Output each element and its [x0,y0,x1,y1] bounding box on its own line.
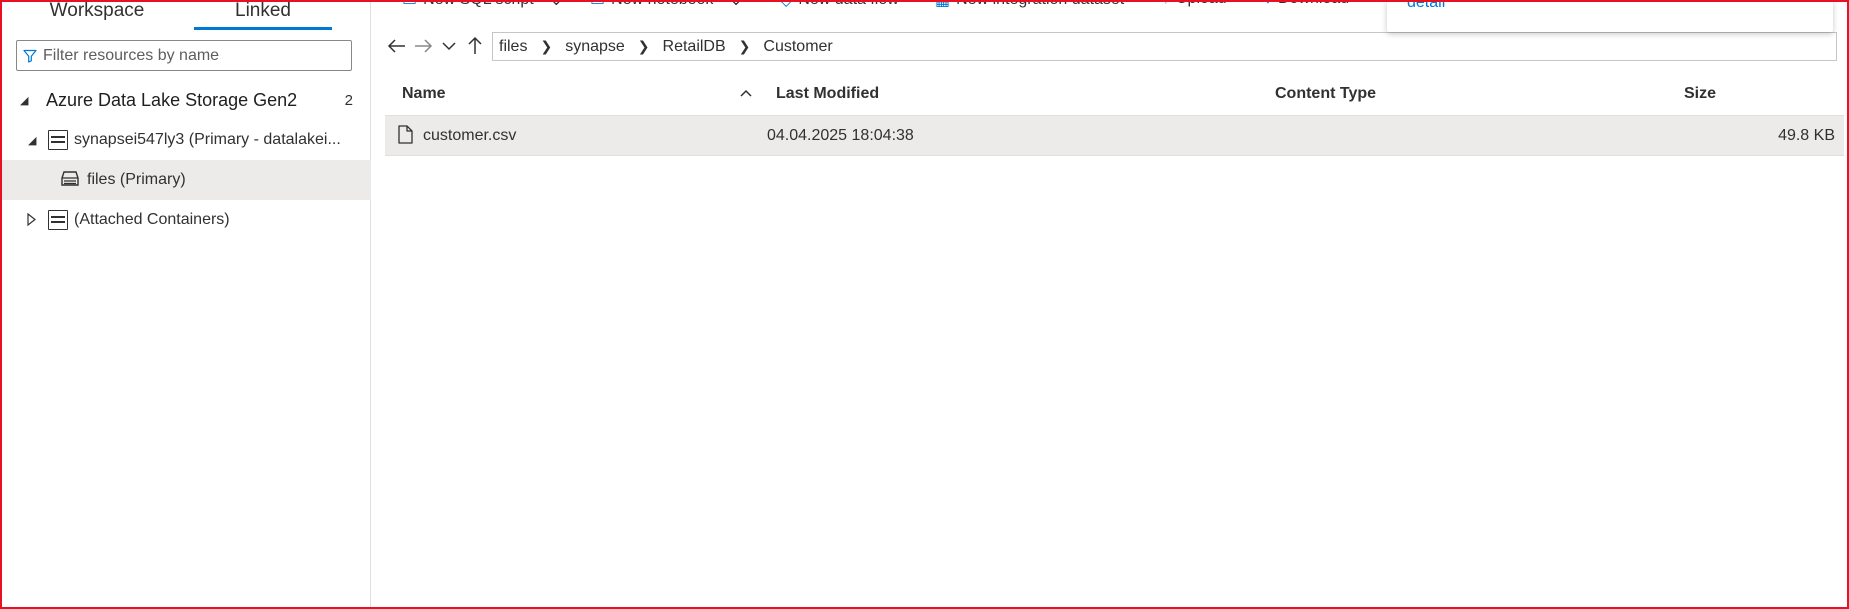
section-label: Azure Data Lake Storage Gen2 [46,89,298,110]
tab-workspace[interactable]: Workspace [2,0,192,30]
table-row[interactable]: customer.csv 04.04.2025 18:04:38 49.8 KB [385,116,1844,156]
chevron-down-icon: ⌄ [729,0,743,9]
section-count: 2 [344,91,353,109]
new-data-flow-button[interactable]: ◇ New data flow [780,0,899,10]
notification-popup: detail [1387,0,1833,32]
container-icon [60,170,80,193]
file-icon [398,125,413,144]
container-label: files (Primary) [87,171,186,188]
breadcrumb-item-customer[interactable]: Customer [763,38,832,56]
sql-script-icon: ▭ [402,0,418,9]
forward-arrow-icon[interactable] [410,30,436,62]
breadcrumb-item-synapse[interactable]: synapse [565,38,625,56]
storage-account-label: synapsei547ly3 (Primary - datalakei... [74,131,341,148]
navigation-bar: files ❯ synapse ❯ RetailDB ❯ Customer [384,30,1844,62]
expand-icon[interactable] [27,212,36,231]
sort-caret-icon[interactable] [740,85,752,100]
active-tab-indicator [194,27,332,30]
column-header-name[interactable]: Name [402,85,446,103]
new-sql-script-button[interactable]: ▭ New SQL script ⌄ [402,0,563,10]
storage-account-icon [48,130,68,150]
chevron-right-icon: ❯ [540,38,553,54]
upload-label: Upload [1176,0,1227,8]
download-label: Download [1278,0,1349,8]
file-table: Name Last Modified Content Type Size cus… [385,78,1844,156]
new-sql-script-label: New SQL script [423,0,534,9]
data-flow-icon: ◇ [780,0,793,9]
breadcrumb: files ❯ synapse ❯ RetailDB ❯ Customer [492,32,1837,61]
chevron-right-icon: ❯ [738,38,751,54]
new-notebook-button[interactable]: ▭ New notebook ⌄ [590,0,743,10]
tree-item-files-container[interactable]: files (Primary) [2,160,371,200]
chevron-right-icon: ❯ [637,38,650,54]
table-header: Name Last Modified Content Type Size [385,78,1844,116]
resource-panel: Workspace Linked ◢ Azure Data Lake Stora… [2,0,371,607]
filter-box [16,40,352,71]
download-button[interactable]: ↓ Download [1264,0,1349,8]
filter-icon [17,41,43,70]
column-header-size[interactable]: Size [1684,85,1716,103]
popup-detail-link[interactable]: detail [1407,0,1445,12]
storage-account-icon [48,210,68,230]
collapse-icon[interactable]: ◢ [20,94,28,107]
breadcrumb-item-files[interactable]: files [499,38,527,56]
new-notebook-label: New notebook [611,0,713,9]
up-arrow-icon[interactable] [462,30,488,62]
new-integration-dataset-button[interactable]: ▦ New integration dataset [935,0,1124,10]
chevron-down-icon: ⌄ [549,0,564,9]
chevron-down-icon[interactable] [436,30,462,62]
tree-section-adls[interactable]: ◢ Azure Data Lake Storage Gen2 2 [2,80,371,120]
filter-input[interactable] [43,46,343,65]
back-arrow-icon[interactable] [384,30,410,62]
toolbar: ▭ New SQL script ⌄ ▭ New notebook ⌄ ◇ Ne… [372,0,1472,14]
tab-linked[interactable]: Linked [194,0,332,30]
panel-tabs: Workspace Linked [2,0,371,30]
column-header-content-type[interactable]: Content Type [1275,85,1376,103]
file-size: 49.8 KB [1778,127,1835,144]
collapse-icon[interactable]: ◢ [28,134,36,147]
upload-button[interactable]: ↑ Upload [1162,0,1227,8]
column-header-last-modified[interactable]: Last Modified [776,85,879,103]
new-integration-dataset-label: New integration dataset [956,0,1124,9]
new-data-flow-label: New data flow [798,0,899,9]
file-name[interactable]: customer.csv [423,127,516,145]
notebook-icon: ▭ [590,0,606,9]
tree-item-attached-containers[interactable]: (Attached Containers) [2,200,371,240]
tree-item-storage-account[interactable]: ◢ synapsei547ly3 (Primary - datalakei... [2,120,371,160]
file-last-modified: 04.04.2025 18:04:38 [767,127,914,144]
breadcrumb-item-retaildb[interactable]: RetailDB [663,38,726,56]
download-icon: ↓ [1264,0,1272,8]
attached-containers-label: (Attached Containers) [74,211,230,228]
upload-icon: ↑ [1162,0,1170,8]
dataset-icon: ▦ [935,0,951,9]
